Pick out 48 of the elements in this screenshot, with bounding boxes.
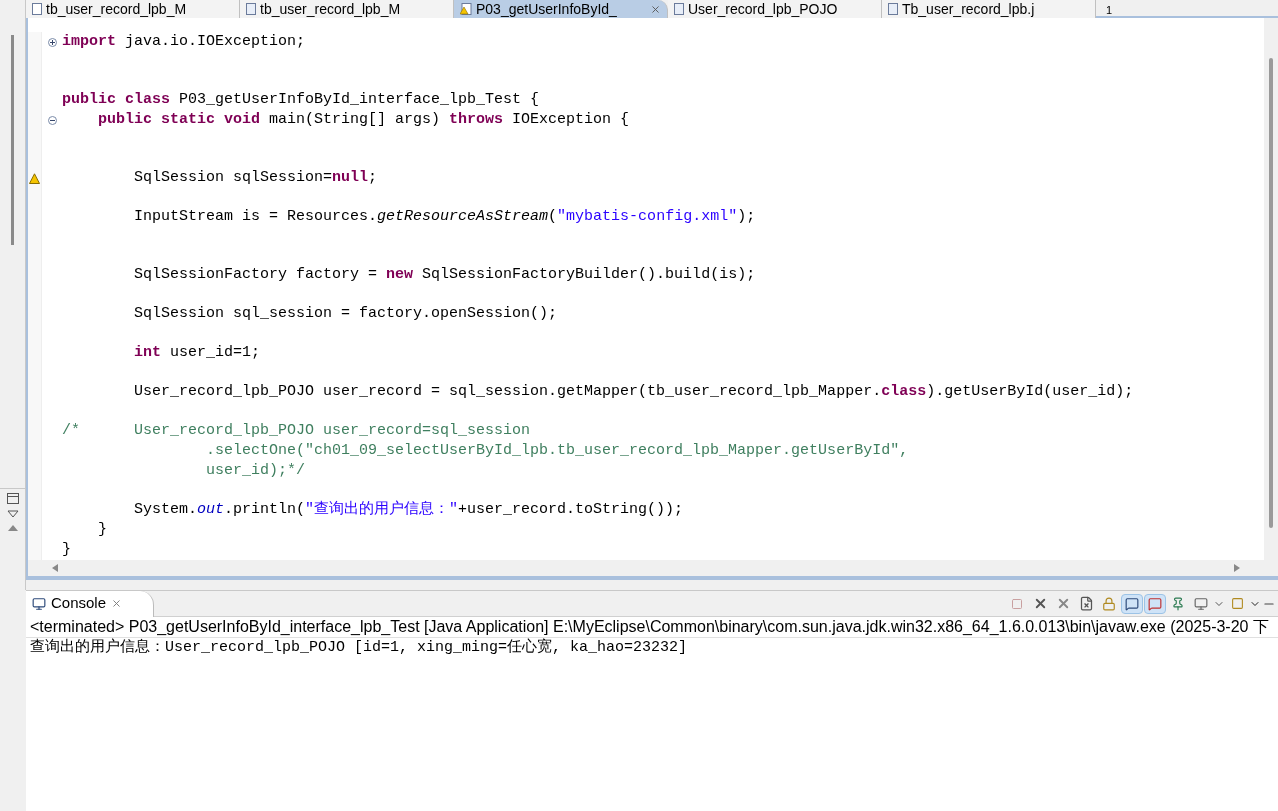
stop-icon: [1011, 597, 1023, 610]
console-output: 查询出的用户信息：User_record_lpb_POJO [id=1, xing_ming=任心宽, ka_hao=23232]: [29, 638, 689, 658]
code-line: .selectOne("ch01_09_selectUserById_lpb.tb_user_record_lpb_Mapper.getUserById",: [205, 441, 909, 461]
console-status: <terminated> P03_getUserInfoById_interface_lpb_Test [Java Application] E:\MyEclipse\Common\binary\com.sun.java.jdk.win32.x86_64_1.6.0.013\bin\javaw.exe (2025-3-20 下: [26, 617, 1278, 638]
show-output-button[interactable]: [1121, 593, 1143, 614]
scroll-left-icon[interactable]: [52, 564, 58, 572]
scrollbar-thumb[interactable]: [11, 35, 14, 245]
document-cross-icon: [1078, 596, 1094, 611]
editor-tab[interactable]: Tb_user_record_lpb.j: [882, 0, 1096, 18]
monitor-icon: [1194, 596, 1208, 611]
expand-icon[interactable]: [47, 37, 57, 47]
scroll-up-icon[interactable]: [6, 524, 19, 532]
dropdown-icon[interactable]: [6, 510, 19, 518]
code-line: /* User_record_lpb_POJO user_record=sql_session: [62, 421, 531, 441]
collapse-icon[interactable]: [47, 115, 57, 125]
monitor-icon: [32, 596, 46, 611]
console-tab[interactable]: Console: [26, 590, 154, 617]
horizontal-scrollbar[interactable]: [28, 560, 1264, 576]
close-icon[interactable]: [111, 598, 123, 609]
pin-icon: [1171, 596, 1185, 611]
tab-overflow-count[interactable]: 1: [1106, 4, 1113, 16]
code-line: }: [97, 520, 107, 540]
editor-tab[interactable]: P03_getUserInfoById_: [454, 0, 668, 18]
scroll-right-icon[interactable]: [1234, 564, 1240, 572]
code-line: }: [62, 540, 71, 560]
speech-bubble-icon: [1125, 596, 1139, 611]
show-error-button[interactable]: [1144, 593, 1166, 614]
code-line: SqlSession sql_session = factory.openSession();: [133, 304, 558, 324]
code-line: public class P03_getUserInfoById_interface_lpb_Test {: [62, 90, 540, 110]
code-line: public static void main(String[] args) throws IOException {: [97, 110, 630, 130]
code-line: user_id);*/: [205, 461, 306, 481]
warning-file-icon: [460, 3, 472, 15]
restore-icon[interactable]: [6, 493, 19, 504]
code-line: System.out.println("查询出的用户信息："+user_record.toString());: [133, 500, 684, 520]
code-line: int user_id=1;: [133, 343, 261, 363]
editor-tab[interactable]: User_record_lpb_POJO: [668, 0, 882, 18]
vertical-scrollbar[interactable]: [1264, 18, 1278, 576]
code-line: SqlSession sqlSession=null;: [133, 168, 378, 188]
editor-tab[interactable]: tb_user_record_lpb_M: [240, 0, 454, 18]
speech-bubble-icon: [1148, 596, 1162, 611]
lock-icon: [1102, 596, 1116, 611]
code-line: User_record_lpb_POJO user_record = sql_session.getMapper(tb_user_record_lpb_Mapper.class).getUserById(user_id);: [133, 382, 1134, 402]
code-line: import java.io.IOException;: [62, 32, 306, 52]
code-line: InputStream is = Resources.getResourceAsStream("mybatis-config.xml");: [133, 207, 756, 227]
editor-tab[interactable]: tb_user_record_lpb_M: [26, 0, 240, 18]
window-icon: [1230, 597, 1244, 610]
code-line: SqlSessionFactory factory = new SqlSessionFactoryBuilder().build(is);: [133, 265, 756, 285]
close-icon[interactable]: [650, 3, 661, 15]
